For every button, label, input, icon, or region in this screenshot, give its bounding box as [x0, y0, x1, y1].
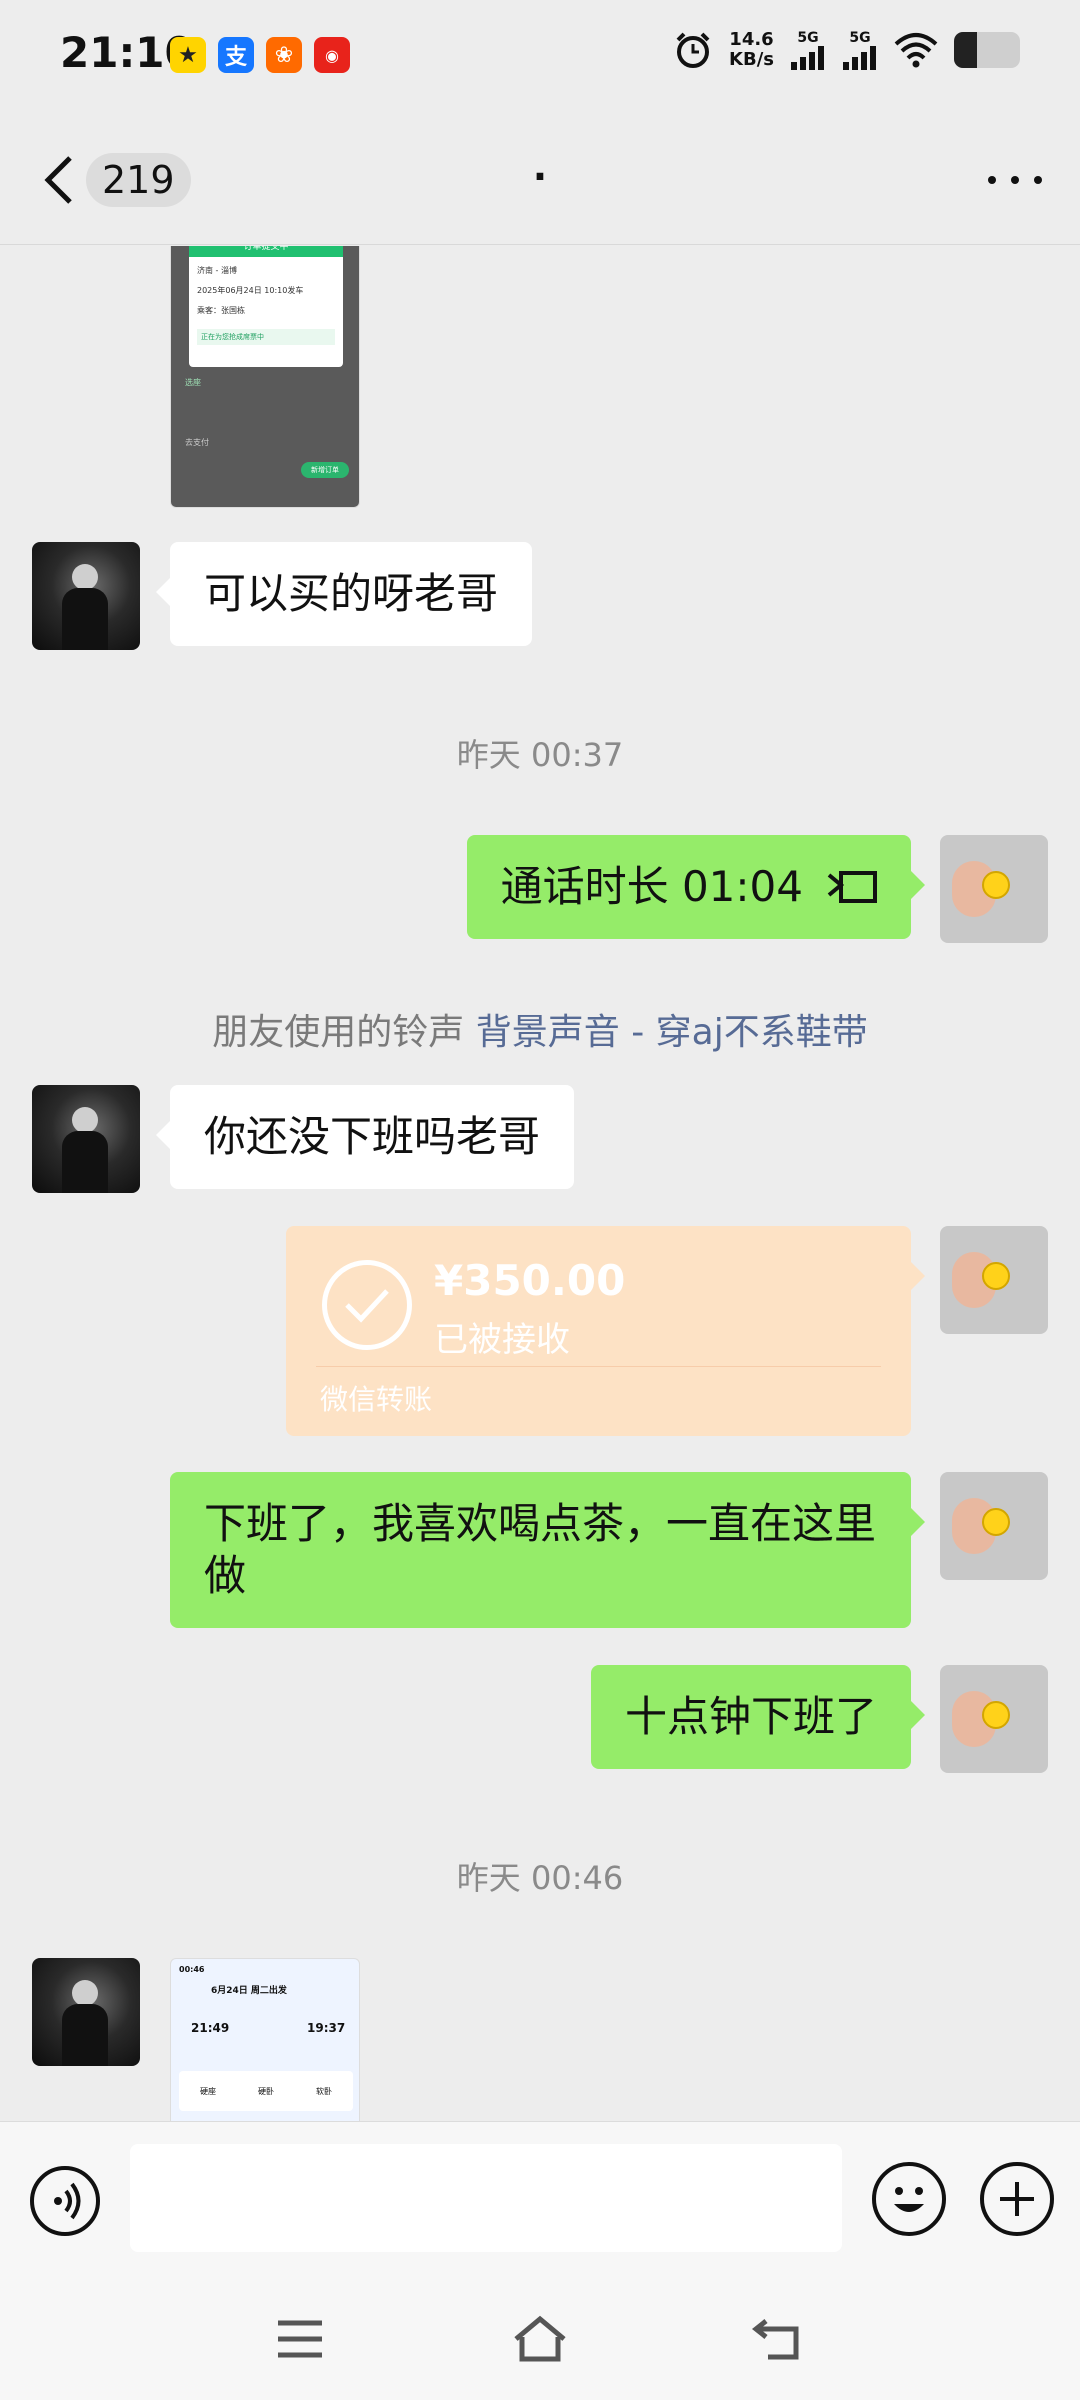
more-functions-button[interactable]	[980, 2162, 1054, 2236]
app-icon-orange: ❀	[266, 37, 302, 73]
notification-app-icon: ★	[170, 37, 206, 73]
recent-apps-button[interactable]	[270, 2309, 330, 2369]
message-bubble-received[interactable]: 你还没下班吗老哥	[155, 1085, 575, 1189]
more-dots-icon	[988, 176, 996, 184]
avatar-me[interactable]	[940, 1226, 1048, 1334]
app-icon-red: ◉	[314, 37, 350, 73]
net-speed: 14.6 KB/s	[729, 29, 774, 70]
avatar-friend[interactable]	[32, 1085, 140, 1193]
home-button[interactable]	[510, 2309, 570, 2369]
more-button[interactable]	[980, 160, 1050, 200]
back-button[interactable]	[34, 150, 84, 210]
battery-icon	[954, 32, 1020, 68]
timestamp: 昨天 00:46	[456, 1859, 624, 1897]
signal-icon	[791, 46, 824, 70]
emoji-icon	[894, 2187, 924, 2212]
check-circle-icon	[322, 1260, 412, 1350]
notification-icons: ★ 支 ❀ ◉	[170, 37, 350, 73]
status-bar: 21:10 ★ 支 ❀ ◉ 14.6 KB/s 5G 5G	[0, 0, 1080, 115]
transfer-status: 已被接收	[434, 1320, 570, 1360]
chevron-left-icon	[44, 156, 72, 204]
transfer-card[interactable]: ¥350.00 已被接收 微信转账	[286, 1226, 925, 1436]
timestamp: 昨天 00:37	[456, 736, 624, 774]
message-bubble-sent[interactable]: 十点钟下班了	[590, 1665, 926, 1769]
ringtone-link[interactable]: 背景声音 - 穿aj不系鞋带	[476, 1012, 868, 1053]
message-input[interactable]	[130, 2144, 842, 2252]
alarm-icon	[676, 32, 710, 68]
back-arrow-icon	[751, 2319, 799, 2360]
emoji-button[interactable]	[872, 2162, 946, 2236]
battery-level	[954, 32, 978, 68]
transfer-amount: ¥350.00	[434, 1256, 626, 1305]
back-nav-button[interactable]	[750, 2309, 810, 2369]
message-bubble-sent[interactable]: 下班了，我喜欢喝点茶，一直在这里做	[170, 1472, 925, 1628]
transfer-label: 微信转账	[320, 1383, 433, 1416]
input-bar	[0, 2121, 1080, 2279]
alipay-icon: 支	[218, 37, 254, 73]
avatar-me[interactable]	[940, 835, 1048, 943]
chat-header: 219 .	[0, 115, 1080, 245]
image-message-order[interactable]: 订单提交中 济南 - 淄博 2025年06月24日 10:10发车 乘客：张国栋…	[170, 246, 360, 508]
menu-icon	[278, 2320, 322, 2358]
message-bubble-received[interactable]: 可以买的呀老哥	[155, 542, 533, 646]
home-icon	[514, 2315, 566, 2362]
signal-sim2: 5G	[842, 30, 878, 70]
ringtone-notice: 朋友使用的铃声 背景声音 - 穿aj不系鞋带	[212, 1012, 868, 1053]
chat-title: .	[532, 145, 548, 189]
divider	[316, 1366, 881, 1367]
avatar-friend[interactable]	[32, 1958, 140, 2066]
avatar-me[interactable]	[940, 1665, 1048, 1773]
wifi-icon	[894, 33, 938, 68]
voice-icon	[54, 2182, 81, 2220]
call-duration-text: 通话时长 01:04	[500, 862, 803, 911]
video-call-icon	[827, 871, 877, 903]
avatar-me[interactable]	[940, 1472, 1048, 1580]
call-record-bubble[interactable]: 通话时长 01:04	[466, 835, 926, 939]
avatar-friend[interactable]	[32, 542, 140, 650]
system-navigation	[0, 2279, 1080, 2400]
signal-icon	[843, 46, 876, 70]
plus-icon	[1000, 2182, 1034, 2216]
message-list[interactable]: 订单提交中 济南 - 淄博 2025年06月24日 10:10发车 乘客：张国栋…	[0, 246, 1080, 2121]
unread-count-badge[interactable]: 219	[86, 153, 191, 207]
voice-input-button[interactable]	[30, 2166, 100, 2236]
image-message-train[interactable]: 00:46 6月24日 周二出发 21:49 19:37 硬座 硬卧 软卧	[170, 1958, 360, 2121]
signal-sim1: 5G	[790, 30, 826, 70]
status-indicators: 14.6 KB/s 5G 5G	[673, 30, 1020, 70]
